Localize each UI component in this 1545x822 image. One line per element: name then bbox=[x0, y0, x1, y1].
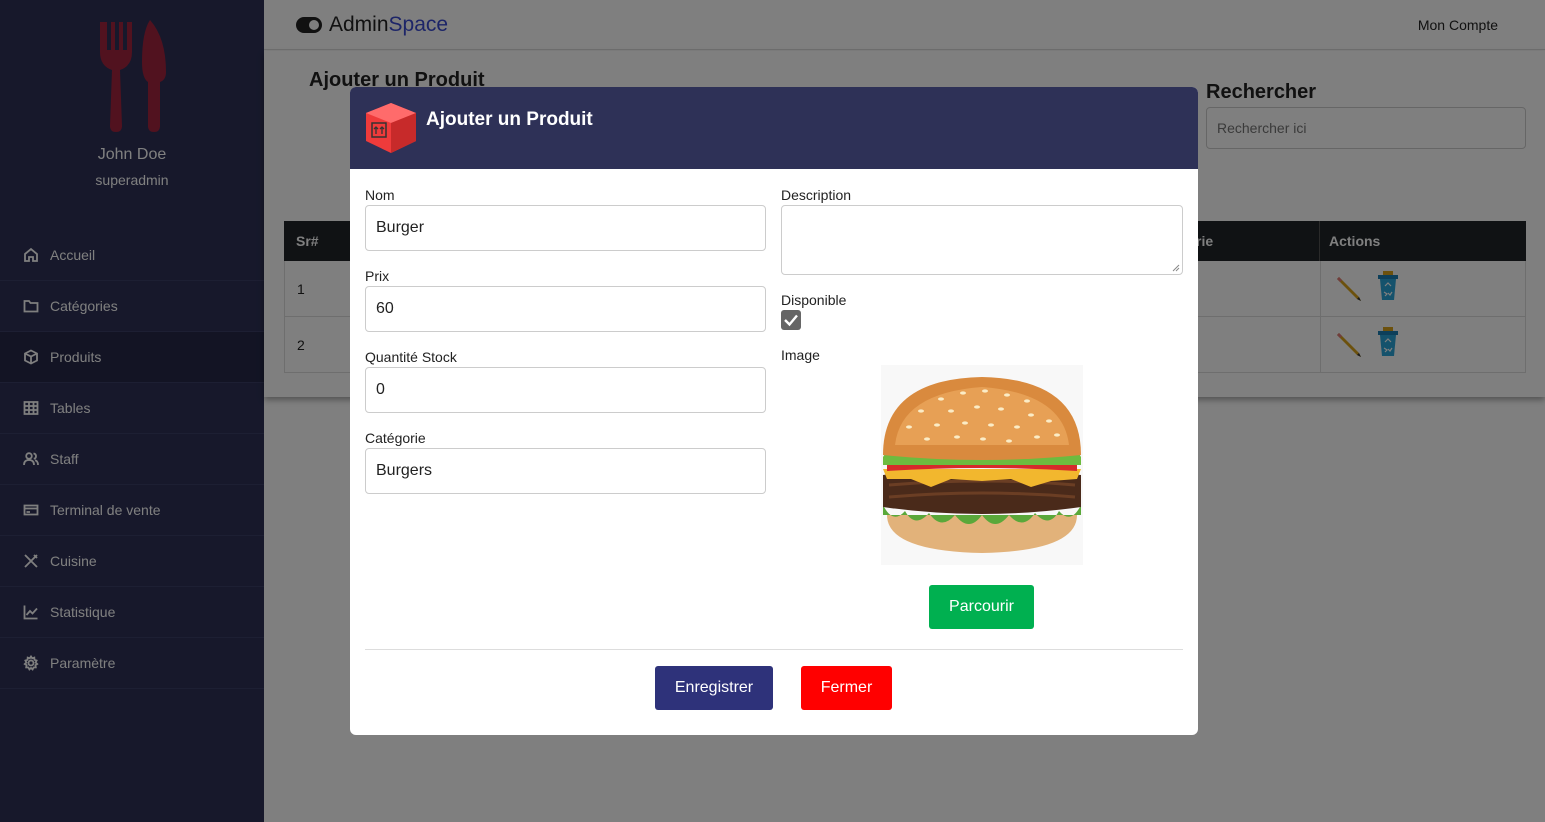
disponible-checkbox[interactable] bbox=[781, 310, 801, 330]
checkmark-icon bbox=[784, 314, 798, 327]
categorie-label: Catégorie bbox=[365, 430, 426, 446]
nom-label: Nom bbox=[365, 187, 395, 203]
resize-grip-icon[interactable] bbox=[1172, 264, 1180, 272]
categorie-select[interactable]: Burgers bbox=[365, 448, 766, 494]
add-product-modal: Ajouter un Produit Nom Burger Prix 60 Qu… bbox=[350, 87, 1198, 735]
description-label: Description bbox=[781, 187, 852, 203]
stock-label: Quantité Stock bbox=[365, 349, 457, 365]
image-label: Image bbox=[781, 347, 820, 363]
modal-header: Ajouter un Produit bbox=[350, 87, 1198, 169]
description-textarea[interactable] bbox=[781, 205, 1183, 275]
stock-input[interactable]: 0 bbox=[365, 367, 766, 413]
nom-input[interactable]: Burger bbox=[365, 205, 766, 251]
close-button[interactable]: Fermer bbox=[801, 666, 892, 710]
disponible-label: Disponible bbox=[781, 292, 847, 308]
modal-title: Ajouter un Produit bbox=[426, 109, 593, 130]
product-image-burger bbox=[881, 365, 1083, 565]
save-button[interactable]: Enregistrer bbox=[655, 666, 773, 710]
prix-input[interactable]: 60 bbox=[365, 286, 766, 332]
modal-divider bbox=[365, 649, 1183, 650]
package-icon bbox=[366, 103, 416, 153]
browse-button[interactable]: Parcourir bbox=[929, 585, 1034, 629]
prix-label: Prix bbox=[365, 268, 390, 284]
